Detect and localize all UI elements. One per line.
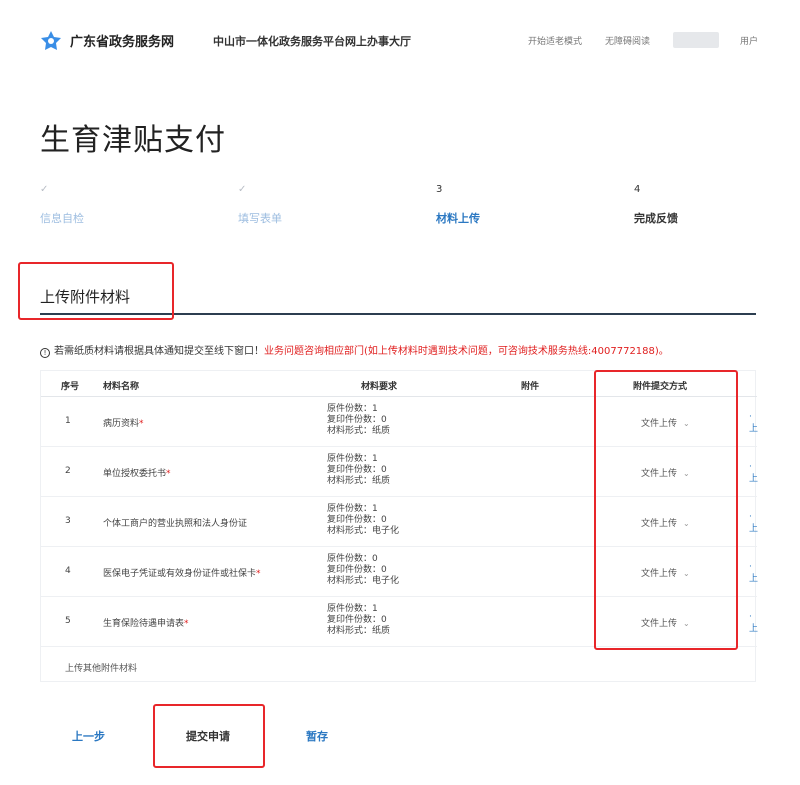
header-requirement: 材料要求 bbox=[361, 382, 398, 392]
save-draft-button[interactable]: 暂存 bbox=[306, 728, 328, 744]
material-name: 单位授权委托书* bbox=[103, 466, 171, 479]
portal-name[interactable]: 中山市一体化政务服务平台网上办事大厅 bbox=[213, 33, 411, 49]
original-count: 原件份数：1 bbox=[327, 604, 378, 614]
info-icon: ! bbox=[40, 348, 50, 358]
header-no: 序号 bbox=[61, 382, 80, 392]
original-count: 原件份数：1 bbox=[327, 454, 378, 464]
step-feedback: 4 完成反馈 bbox=[634, 184, 754, 226]
submit-application-button[interactable]: 提交申请 bbox=[186, 728, 230, 744]
step-label: 填写表单 bbox=[238, 212, 282, 225]
material-requirement: 原件份数：1 复印件份数：0 材料形式：纸质 bbox=[327, 454, 390, 487]
upload-action-link[interactable]: · 上 bbox=[749, 561, 758, 585]
blurred-placeholder bbox=[673, 32, 719, 48]
row-number: 4 bbox=[65, 566, 71, 576]
user-link[interactable]: 用户 bbox=[740, 34, 758, 47]
step-label: 完成反馈 bbox=[634, 212, 678, 225]
check-icon: ✓ bbox=[40, 184, 49, 195]
original-count: 原件份数：1 bbox=[327, 404, 378, 414]
material-requirement: 原件份数：1 复印件份数：0 材料形式：电子化 bbox=[327, 504, 399, 537]
page-title: 生育津贴支付 bbox=[40, 123, 226, 158]
header-attachment: 附件 bbox=[521, 382, 540, 392]
highlight-box-section bbox=[18, 262, 174, 320]
prev-step-button[interactable]: 上一步 bbox=[72, 728, 105, 744]
material-form: 材料形式：电子化 bbox=[327, 576, 400, 586]
notice-text: 若需纸质材料请根据具体通知提交至线下窗口！ bbox=[54, 346, 264, 357]
row-number: 3 bbox=[65, 516, 71, 526]
notice-warning: 业务问题咨询相应部门(如上传材料时遇到技术问题，可咨询技术服务热线:400777… bbox=[264, 346, 669, 357]
copy-count: 复印件份数：0 bbox=[327, 615, 387, 625]
elder-mode-link[interactable]: 开始适老模式 bbox=[528, 34, 582, 47]
copy-count: 复印件份数：0 bbox=[327, 465, 387, 475]
required-mark: * bbox=[184, 619, 189, 629]
step-fill-form: ✓ 填写表单 bbox=[238, 184, 358, 226]
site-logo-icon[interactable] bbox=[40, 30, 62, 52]
check-icon: ✓ bbox=[238, 184, 247, 195]
upload-action-link[interactable]: · 上 bbox=[749, 511, 758, 535]
material-form: 材料形式：纸质 bbox=[327, 626, 391, 636]
material-name: 生育保险待遇申请表* bbox=[103, 616, 189, 629]
material-name-text: 医保电子凭证或有效身份证件或社保卡 bbox=[103, 569, 257, 579]
row-number: 2 bbox=[65, 466, 71, 476]
material-name: 个体工商户的营业执照和法人身份证 bbox=[103, 516, 247, 529]
barrier-free-link[interactable]: 无障碍阅读 bbox=[605, 34, 650, 47]
required-mark: * bbox=[166, 469, 171, 479]
material-name: 医保电子凭证或有效身份证件或社保卡* bbox=[103, 566, 261, 579]
step-self-check: ✓ 信息自检 bbox=[40, 184, 160, 226]
material-name-text: 个体工商户的营业执照和法人身份证 bbox=[103, 519, 248, 529]
step-upload-materials: 3 材料上传 bbox=[436, 184, 556, 226]
copy-count: 复印件份数：0 bbox=[327, 515, 387, 525]
upload-other-materials-link[interactable]: 上传其他附件材料 bbox=[65, 661, 137, 674]
material-form: 材料形式：纸质 bbox=[327, 476, 391, 486]
original-count: 原件份数：1 bbox=[327, 504, 378, 514]
original-count: 原件份数：0 bbox=[327, 554, 378, 564]
site-name[interactable]: 广东省政务服务网 bbox=[70, 31, 174, 50]
material-name-text: 生育保险待遇申请表 bbox=[103, 619, 185, 629]
header-name: 材料名称 bbox=[103, 382, 140, 392]
site-header: 广东省政务服务网 中山市一体化政务服务平台网上办事大厅 开始适老模式 无障碍阅读… bbox=[0, 0, 800, 80]
material-requirement: 原件份数：1 复印件份数：0 材料形式：纸质 bbox=[327, 604, 390, 637]
step-number: 4 bbox=[634, 184, 641, 195]
notice: ! 若需纸质材料请根据具体通知提交至线下窗口！业务问题咨询相应部门(如上传材料时遇… bbox=[40, 342, 669, 358]
copy-count: 复印件份数：0 bbox=[327, 415, 387, 425]
step-number: 3 bbox=[436, 184, 443, 195]
required-mark: * bbox=[256, 569, 261, 579]
material-name-text: 单位授权委托书 bbox=[103, 469, 167, 479]
material-name-text: 病历资料 bbox=[103, 419, 140, 429]
step-label: 材料上传 bbox=[436, 212, 480, 225]
highlight-box-submit-mode bbox=[594, 370, 738, 650]
material-requirement: 原件份数：0 复印件份数：0 材料形式：电子化 bbox=[327, 554, 399, 587]
row-number: 1 bbox=[65, 416, 71, 426]
material-name: 病历资料* bbox=[103, 416, 144, 429]
row-number: 5 bbox=[65, 616, 71, 626]
material-form: 材料形式：纸质 bbox=[327, 426, 391, 436]
required-mark: * bbox=[139, 419, 144, 429]
copy-count: 复印件份数：0 bbox=[327, 565, 387, 575]
material-requirement: 原件份数：1 复印件份数：0 材料形式：纸质 bbox=[327, 404, 390, 437]
upload-action-link[interactable]: · 上 bbox=[749, 611, 758, 635]
material-form: 材料形式：电子化 bbox=[327, 526, 400, 536]
step-label: 信息自检 bbox=[40, 212, 84, 225]
upload-action-link[interactable]: · 上 bbox=[749, 411, 758, 435]
upload-action-link[interactable]: · 上 bbox=[749, 461, 758, 485]
